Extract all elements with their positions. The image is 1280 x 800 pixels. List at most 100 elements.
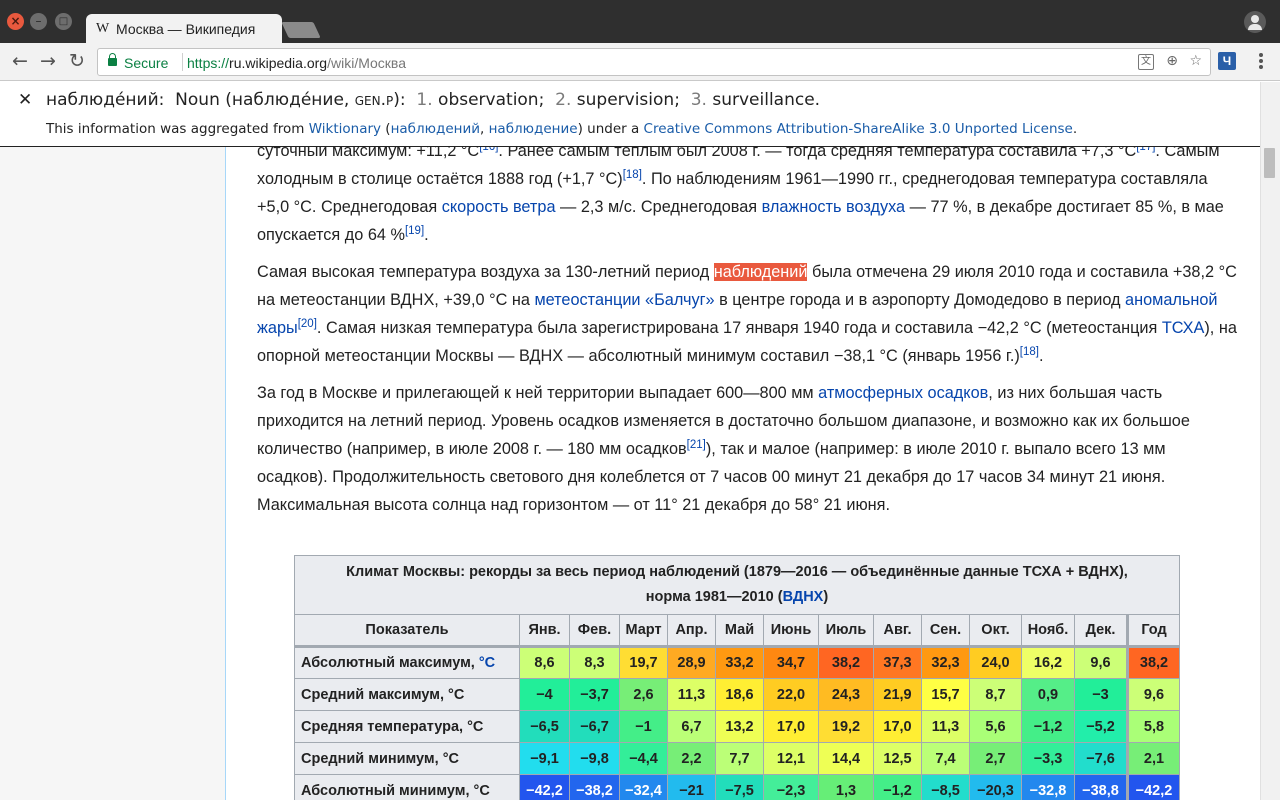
row-label: Средняя температура, °C [294,710,520,743]
table-cell: 19,2 [818,710,874,743]
table-cell: 2,6 [619,678,668,711]
citation[interactable]: [18] [623,169,642,181]
table-cell: 8,7 [969,678,1022,711]
table-cell: 24,0 [969,646,1022,679]
citation[interactable]: [18] [1020,346,1039,358]
table-cell: 11,3 [667,678,716,711]
header-month: Март [619,614,668,647]
table-cell: 21,9 [873,678,922,711]
table-cell: 13,2 [715,710,764,743]
bookmark-star-icon[interactable]: ☆ [1189,53,1202,69]
citation-link[interactable]: [18] [623,169,642,181]
citation[interactable]: [20] [298,318,317,330]
zoom-icon[interactable]: ⊕ [1166,53,1178,69]
citation[interactable]: [21] [687,439,706,451]
popup-grammar: gen.p [354,90,394,110]
article-link[interactable]: атмосферных осадков [818,384,988,402]
table-cell: 19,7 [619,646,668,679]
reload-icon[interactable]: ↻ [69,51,85,71]
address-bar[interactable]: Secure https://ru.wikipedia.org/wiki/Мос… [97,48,1211,76]
attr-link-2[interactable]: наблюдение [489,121,578,137]
header-month: Авг. [873,614,922,647]
citation[interactable]: [19] [405,225,424,237]
table-cell: 8,3 [569,646,620,679]
article-link[interactable]: влажность воздуха [762,198,905,216]
table-cell: 7,4 [921,742,970,775]
table-cell: −38,2 [569,774,620,800]
table-cell: −3,7 [569,678,620,711]
table-row: Абсолютный минимум, °C −42,2 −38,2 −32,4 −21… [294,774,1180,800]
scroll-thumb[interactable] [1264,148,1275,178]
table-cell: −21 [667,774,716,800]
window-maximize-button[interactable]: □ [55,13,72,30]
caption-link-vdnh[interactable]: ВДНХ [783,589,824,605]
vertical-scrollbar[interactable] [1260,82,1280,800]
row-label: Абсолютный минимум, °C [294,774,520,800]
extension-icon[interactable]: Ч [1218,52,1236,70]
menu-icon[interactable] [1251,51,1271,73]
license-link[interactable]: Creative Commons Attribution-ShareAlike … [644,121,1073,137]
dictionary-popup: ✕ наблюде́ний: Noun (наблюде́ние, gen.p)… [0,82,1260,147]
url-text[interactable]: https://ru.wikipedia.org/wiki/Москва [187,55,406,71]
unit-link[interactable]: °C [479,655,495,671]
table-cell: 11,3 [921,710,970,743]
table-cell: −2,3 [763,774,819,800]
text-run: . [1038,347,1044,365]
new-tab-button[interactable] [281,22,321,38]
header-month: Май [715,614,764,647]
table-cell: 7,7 [715,742,764,775]
table-cell: −42,2 [1126,774,1180,800]
table-cell: −4,4 [619,742,668,775]
window-close-button[interactable]: × [7,13,24,30]
citation-link[interactable]: [18] [1020,346,1039,358]
article-link[interactable]: ТСХА [1162,319,1205,337]
article-link[interactable]: метеостанции «Балчуг» [534,291,714,309]
forward-arrow-icon[interactable]: → [40,51,56,71]
text-run: . Самая низкая температура была зарегист… [316,319,1162,337]
paragraph-temperature-records: Самая высокая температура воздуха за 130… [257,258,1237,370]
table-cell: 37,3 [873,646,922,679]
text-run: в центре города и в аэропорту Домодедово… [714,291,1126,309]
citation-link[interactable]: [20] [298,318,317,330]
header-month: Фев. [569,614,620,647]
popup-attribution: This information was aggregated from Wik… [46,121,1078,137]
popup-word: наблюде́ний: [46,90,165,110]
table-cell: 12,5 [873,742,922,775]
citation-link[interactable]: [21] [687,439,706,451]
close-icon[interactable]: ✕ [18,90,32,110]
table-cell: −1,2 [873,774,922,800]
table-cell: 15,7 [921,678,970,711]
browser-window: × – □ W Москва — Википедия ← → ↻ Secure … [0,0,1280,800]
tab-active[interactable]: W Москва — Википедия [86,14,282,44]
citation-link[interactable]: [19] [405,225,424,237]
table-cell: 2,1 [1126,742,1180,775]
window-minimize-button[interactable]: – [30,13,47,30]
article-link[interactable]: скорость ветра [442,198,556,216]
attr-link-1[interactable]: наблюдений [391,121,480,137]
table-cell: 38,2 [1126,646,1180,679]
profile-icon[interactable] [1244,11,1266,33]
table-cell: −6,7 [569,710,620,743]
wiktionary-link[interactable]: Wiktionary [309,121,381,137]
translate-icon[interactable]: 文 [1138,54,1154,70]
web-page: суточный максимум: +11,2 °C[16]. Ранее с… [0,82,1260,800]
header-month: Год [1126,614,1180,647]
selected-word[interactable]: наблюдений [713,263,808,281]
popup-sense-2: supervision; [576,90,680,110]
table-cell: 1,3 [818,774,874,800]
table-cell: −5,2 [1074,710,1128,743]
table-cell: −38,8 [1074,774,1128,800]
table-cell: −3,3 [1021,742,1075,775]
climate-table-caption: Климат Москвы: рекорды за весь период на… [294,555,1180,615]
table-cell: 8,6 [519,646,570,679]
header-month: Апр. [667,614,716,647]
table-cell: 9,6 [1126,678,1180,711]
tab-strip: × – □ W Москва — Википедия [0,0,1280,44]
article-body: суточный максимум: +11,2 °C[16]. Ранее с… [257,137,1237,528]
table-cell: −8,5 [921,774,970,800]
table-cell: 6,7 [667,710,716,743]
table-cell: −6,5 [519,710,570,743]
text-run: . [424,226,429,244]
back-arrow-icon[interactable]: ← [12,51,28,71]
popup-lemma: наблюде́ние [231,90,344,110]
